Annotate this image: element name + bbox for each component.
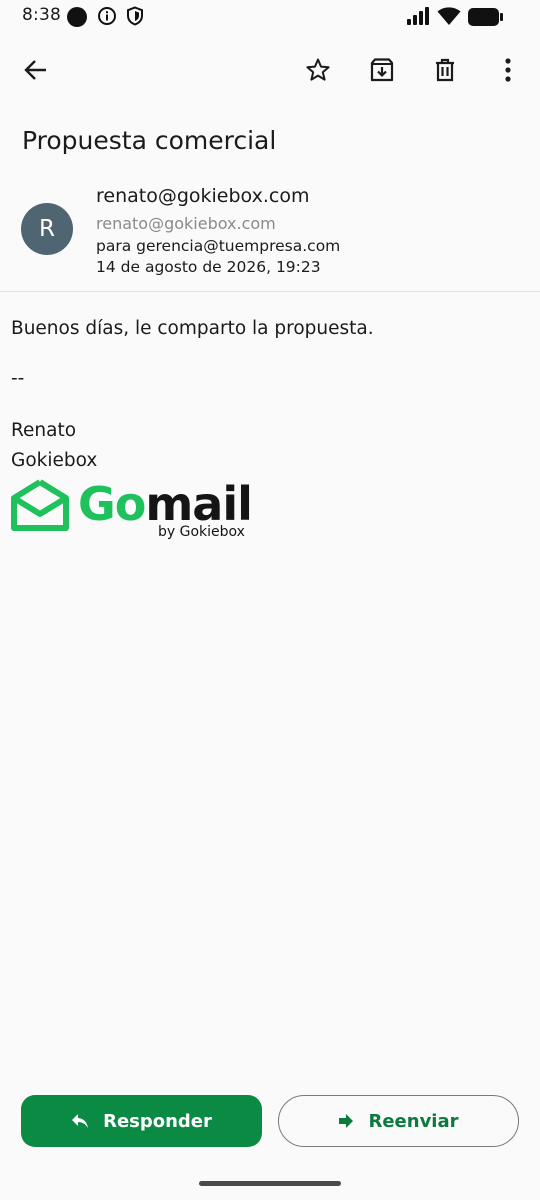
reply-label: Responder <box>103 1110 212 1132</box>
archive-button[interactable] <box>362 50 402 90</box>
info-icon <box>97 6 117 30</box>
sender-header[interactable]: R renato@gokiebox.com renato@gokiebox.co… <box>0 180 540 290</box>
gomail-logo: Gomail by Gokiebox <box>10 477 260 548</box>
action-bar: Responder Reenviar <box>0 1095 540 1149</box>
logo-mail: mail <box>145 477 253 531</box>
more-options-button[interactable] <box>488 50 528 90</box>
delete-button[interactable] <box>425 50 465 90</box>
back-button[interactable] <box>16 50 56 90</box>
forward-label: Reenviar <box>368 1110 459 1132</box>
email-date: 14 de agosto de 2026, 19:23 <box>96 258 321 276</box>
star-button[interactable] <box>298 50 338 90</box>
signature-separator: -- <box>11 368 25 389</box>
logo-go: Go <box>78 477 146 531</box>
battery-icon <box>468 8 504 30</box>
recipient-line: para gerencia@tuempresa.com <box>96 237 341 255</box>
home-indicator[interactable] <box>199 1181 341 1186</box>
email-body-text: Buenos días, le comparto la propuesta. <box>11 318 374 339</box>
wifi-icon <box>437 6 461 30</box>
star-outline-icon <box>306 58 330 81</box>
avatar: R <box>21 203 73 255</box>
email-subject: Propuesta comercial <box>22 126 277 155</box>
email-toolbar <box>0 40 540 98</box>
sender-name: renato@gokiebox.com <box>96 185 310 207</box>
status-time: 8:38 <box>22 5 61 25</box>
header-divider <box>0 291 540 292</box>
notification-dot-icon <box>67 7 87 27</box>
signature-company: Gokiebox <box>11 450 98 471</box>
logo-byline: by Gokiebox <box>158 524 245 540</box>
more-vert-icon <box>505 58 511 82</box>
sender-email: renato@gokiebox.com <box>96 214 276 233</box>
trash-icon <box>436 58 454 82</box>
shield-icon <box>126 6 144 30</box>
reply-icon <box>72 1114 89 1128</box>
arrow-back-icon <box>24 60 46 80</box>
status-bar: 8:38 <box>0 0 540 34</box>
forward-button[interactable]: Reenviar <box>278 1095 519 1147</box>
reply-button[interactable]: Responder <box>21 1095 262 1147</box>
gomail-logo-icon <box>11 479 69 531</box>
archive-icon <box>370 58 394 82</box>
forward-icon <box>339 1114 354 1128</box>
signature-name: Renato <box>11 420 77 441</box>
signal-icon <box>406 7 430 29</box>
